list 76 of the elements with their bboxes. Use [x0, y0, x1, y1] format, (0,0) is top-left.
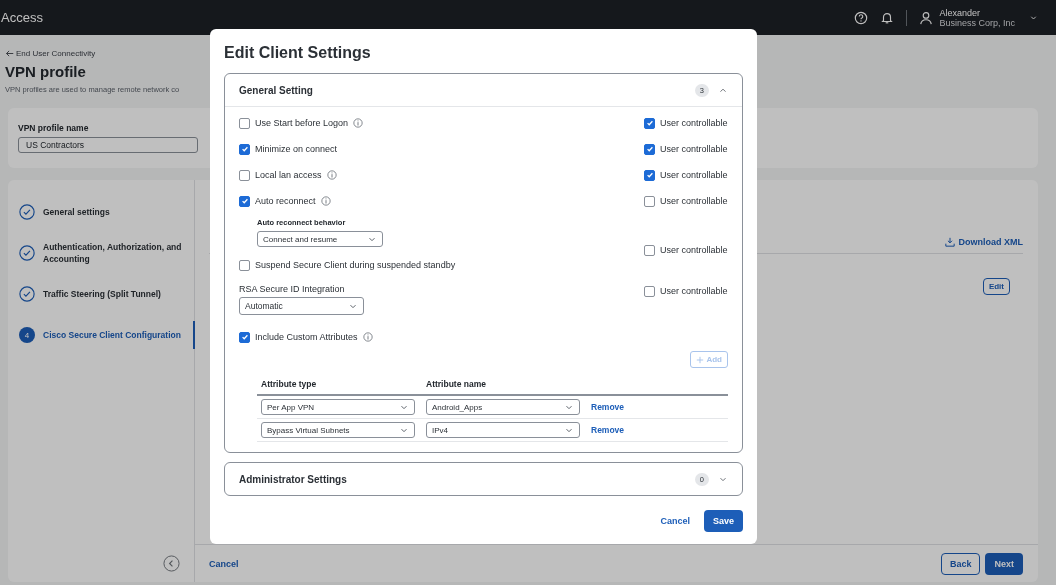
checkbox[interactable] — [644, 244, 655, 256]
checkbox-option[interactable]: Local lan access — [239, 168, 337, 182]
option-label: Local lan access — [255, 170, 322, 180]
checkbox-option[interactable]: Minimize on connect — [239, 142, 338, 156]
option-label: Use Start before Logon — [255, 118, 349, 128]
organization-name: Business Corp, Inc — [939, 17, 1015, 28]
field-label: VPN profile name — [18, 123, 89, 133]
arrow-left-icon — [5, 49, 14, 58]
next-button[interactable]: Next — [985, 552, 1023, 575]
checkbox[interactable] — [239, 169, 250, 181]
checkbox-option[interactable]: Include Custom Attributes — [239, 330, 373, 344]
dropdown[interactable]: IPv4 — [426, 422, 580, 438]
dropdown[interactable]: Connect and resume — [257, 231, 383, 247]
checkbox[interactable] — [239, 331, 250, 343]
remove-link[interactable]: Remove — [591, 425, 625, 435]
remove-link[interactable]: Remove — [591, 402, 625, 412]
wizard-step[interactable]: Traffic Steering (Split Tunnel) — [8, 280, 195, 308]
cancel-link[interactable]: Cancel — [209, 558, 239, 569]
checkbox[interactable] — [644, 285, 655, 297]
edit-button[interactable]: Edit — [982, 278, 1010, 295]
column-header: Attribute name — [426, 379, 487, 389]
wizard-step[interactable]: 4 Cisco Secure Client Configuration — [8, 321, 195, 349]
option-label: User controllable — [660, 144, 728, 154]
download-icon — [944, 237, 955, 247]
checkbox[interactable] — [644, 195, 655, 207]
info-icon — [353, 118, 364, 128]
check-circle-icon — [19, 204, 35, 220]
info-icon — [320, 196, 331, 206]
check-circle-icon — [19, 286, 35, 302]
wizard-step[interactable]: General settings — [8, 198, 195, 226]
option-label: User controllable — [660, 118, 728, 128]
info-icon — [362, 332, 373, 342]
page-title: VPN profile — [5, 63, 87, 81]
column-header: Attribute type — [261, 379, 318, 389]
info-icon — [326, 170, 337, 180]
option-label: Minimize on connect — [255, 144, 338, 154]
wizard-step[interactable]: Authentication, Authorization, and Accounting — [8, 239, 195, 267]
field-label: RSA Secure ID Integration — [239, 284, 346, 294]
option-label: Include Custom Attributes — [255, 332, 358, 342]
user-icon — [919, 10, 934, 25]
checkbox[interactable] — [239, 259, 250, 271]
checkbox[interactable] — [644, 169, 655, 181]
help-icon[interactable] — [854, 10, 869, 25]
option-label: Suspend Secure Client during suspended standby — [255, 260, 456, 270]
save-button[interactable]: Save — [703, 510, 743, 532]
app-title: Access — [1, 10, 43, 25]
checkbox[interactable] — [239, 195, 250, 207]
checkbox-option[interactable]: Suspend Secure Client during suspended standby — [239, 258, 456, 272]
dropdown[interactable]: Bypass Virtual Subnets — [261, 422, 415, 438]
user-name: Alexander — [939, 7, 981, 18]
dialog-title: Edit Client Settings — [224, 44, 371, 62]
checkbox[interactable] — [644, 143, 655, 155]
check-circle-icon — [19, 245, 35, 261]
checkbox[interactable] — [239, 143, 250, 155]
option-label: User controllable — [660, 245, 728, 255]
checkbox[interactable] — [644, 117, 655, 129]
option-label: User controllable — [660, 170, 728, 180]
cancel-link[interactable]: Cancel — [660, 516, 690, 526]
option-label: User controllable — [660, 196, 728, 206]
checkbox-option[interactable]: Auto reconnect — [239, 194, 331, 208]
option-label: Auto reconnect — [255, 196, 316, 206]
dropdown[interactable]: Automatic — [239, 297, 364, 315]
checkbox[interactable] — [239, 117, 250, 129]
collapse-icon[interactable] — [163, 555, 180, 572]
checkbox-option[interactable]: Use Start before Logon — [239, 116, 364, 130]
option-label: User controllable — [660, 286, 728, 296]
chevron-down-icon — [1029, 13, 1038, 22]
profile-name-field[interactable]: US Contractors — [18, 137, 198, 153]
download-link[interactable]: Download XML — [944, 237, 1023, 247]
bell-icon[interactable] — [880, 10, 895, 25]
dropdown[interactable]: Android_Apps — [426, 399, 580, 415]
user-menu[interactable]: Alexander Business Corp, Inc — [919, 7, 1038, 28]
breadcrumb-link[interactable]: End User Connectivity — [5, 49, 96, 58]
dropdown[interactable]: Per App VPN — [261, 399, 415, 415]
back-button[interactable]: Back — [940, 552, 981, 575]
plus-icon — [696, 355, 705, 364]
